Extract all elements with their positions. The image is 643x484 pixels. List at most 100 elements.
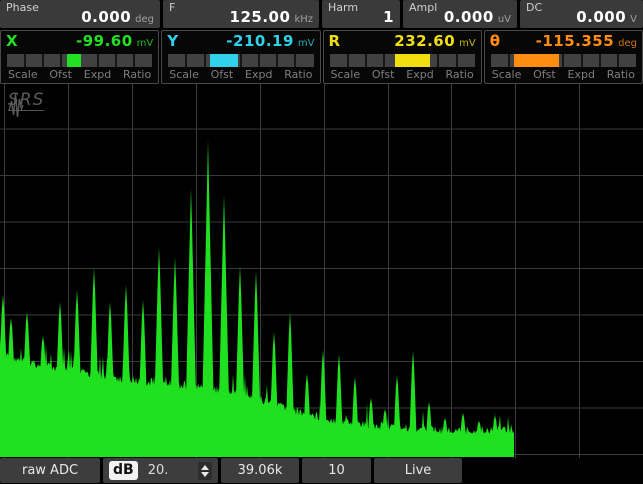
channel-y-panel: Y -210.19 mV Scale Ofst Expd Ratio bbox=[161, 30, 321, 84]
step-down-arrow-icon bbox=[201, 471, 209, 477]
channel-y-meter-bar[interactable] bbox=[168, 54, 314, 67]
meter-tick bbox=[42, 54, 45, 67]
footer-softkey-bar: raw ADC dB 20. 39.06k 10 Live bbox=[0, 458, 643, 484]
meter-tick bbox=[24, 54, 27, 67]
ratio-button[interactable]: Ratio bbox=[123, 68, 151, 81]
phase-panel[interactable]: Phase 0.000 deg bbox=[0, 0, 160, 28]
ratio-button[interactable]: Ratio bbox=[284, 68, 312, 81]
channel-r-panel: R 232.60 mV Scale Ofst Expd Ratio bbox=[322, 30, 482, 84]
channel-x-readout: X -99.60 mV bbox=[6, 32, 153, 52]
channel-r-meter-bar[interactable] bbox=[329, 54, 475, 67]
channel-x-unit: mV bbox=[136, 38, 154, 49]
meter-tick bbox=[276, 54, 279, 67]
offset-button[interactable]: Ofst bbox=[533, 68, 556, 81]
channel-x-buttons: Scale Ofst Expd Ratio bbox=[6, 67, 153, 81]
reference-parameter-bar: Phase 0.000 deg F 125.00 kHz Harm 1 Ampl… bbox=[0, 0, 643, 28]
scale-button[interactable]: Scale bbox=[331, 68, 361, 81]
meter-tick bbox=[346, 54, 349, 67]
frequency-unit: kHz bbox=[294, 14, 313, 25]
db-unit-chip: dB bbox=[109, 461, 138, 480]
meter-track bbox=[490, 54, 636, 67]
channel-x-meter-bar[interactable] bbox=[7, 54, 153, 67]
offset-button[interactable]: Ofst bbox=[372, 68, 395, 81]
dc-offset-panel[interactable]: DC 0.000 V bbox=[520, 0, 643, 28]
ratio-button[interactable]: Ratio bbox=[445, 68, 473, 81]
channel-theta-buttons: Scale Ofst Expd Ratio bbox=[490, 67, 637, 81]
meter-level-indicator bbox=[66, 54, 82, 67]
spectrum-plot-area: SRS bbox=[0, 84, 643, 458]
scale-button[interactable]: Scale bbox=[169, 68, 199, 81]
meter-tick bbox=[96, 54, 99, 67]
display-source-label: raw ADC bbox=[21, 463, 79, 478]
srs-waveform-icon bbox=[8, 93, 24, 118]
channel-x-label: X bbox=[6, 32, 18, 50]
live-button[interactable]: Live bbox=[374, 458, 462, 483]
channel-y-value: -210.19 bbox=[226, 32, 294, 50]
channel-theta-readout: θ -115.355 deg bbox=[490, 32, 637, 52]
channel-theta-panel: θ -115.355 deg Scale Ofst Expd Ratio bbox=[483, 30, 643, 84]
meter-tick bbox=[185, 54, 188, 67]
db-scale-button[interactable]: dB 20. bbox=[103, 458, 218, 483]
meter-tick bbox=[133, 54, 136, 67]
meter-tick bbox=[598, 54, 601, 67]
meter-level-indicator bbox=[513, 54, 559, 67]
lockin-display-screen: Phase 0.000 deg F 125.00 kHz Harm 1 Ampl… bbox=[0, 0, 643, 484]
expand-button[interactable]: Expd bbox=[84, 68, 111, 81]
scale-button[interactable]: Scale bbox=[8, 68, 38, 81]
span-button[interactable]: 39.06k bbox=[221, 458, 299, 483]
srs-logo: SRS bbox=[8, 92, 45, 118]
meter-tick bbox=[114, 54, 117, 67]
phase-unit: deg bbox=[135, 14, 154, 25]
channel-theta-meter-bar[interactable] bbox=[490, 54, 636, 67]
scale-button[interactable]: Scale bbox=[492, 68, 522, 81]
offset-button[interactable]: Ofst bbox=[49, 68, 72, 81]
step-up-arrow-icon bbox=[201, 464, 209, 470]
db-scale-value: 20. bbox=[147, 463, 169, 478]
dc-label: DC bbox=[526, 1, 543, 14]
frequency-panel[interactable]: F 125.00 kHz bbox=[163, 0, 319, 28]
channel-y-readout: Y -210.19 mV bbox=[167, 32, 314, 52]
channel-theta-unit: deg bbox=[618, 38, 637, 49]
expand-button[interactable]: Expd bbox=[568, 68, 595, 81]
amplitude-panel[interactable]: Ampl 0.000 uV bbox=[403, 0, 517, 28]
channel-theta-value: -115.355 bbox=[535, 32, 615, 50]
harmonic-panel[interactable]: Harm 1 bbox=[322, 0, 400, 28]
amplitude-label: Ampl bbox=[409, 1, 438, 14]
channel-r-label: R bbox=[328, 32, 341, 50]
expand-button[interactable]: Expd bbox=[245, 68, 272, 81]
channel-x-value: -99.60 bbox=[75, 32, 133, 50]
phase-label: Phase bbox=[6, 1, 39, 14]
live-label: Live bbox=[404, 463, 432, 478]
meter-tick bbox=[382, 54, 385, 67]
channel-theta-label: θ bbox=[489, 32, 501, 50]
avg-count-button[interactable]: 10 bbox=[302, 458, 371, 483]
meter-tick bbox=[580, 54, 583, 67]
meter-level-indicator bbox=[394, 54, 430, 67]
display-source-button[interactable]: raw ADC bbox=[0, 458, 100, 483]
amplitude-unit: uV bbox=[497, 14, 511, 25]
channel-readout-bar: X -99.60 mV Scale Ofst Expd Ratio Y -210… bbox=[0, 30, 643, 84]
meter-tick bbox=[455, 54, 458, 67]
meter-tick bbox=[60, 54, 63, 67]
ratio-button[interactable]: Ratio bbox=[607, 68, 635, 81]
span-value: 39.06k bbox=[237, 463, 283, 478]
meter-tick bbox=[616, 54, 619, 67]
offset-button[interactable]: Ofst bbox=[211, 68, 234, 81]
channel-y-label: Y bbox=[167, 32, 179, 50]
meter-tick bbox=[437, 54, 440, 67]
meter-tick bbox=[239, 54, 242, 67]
avg-count-value: 10 bbox=[328, 463, 345, 478]
dc-unit: V bbox=[630, 14, 637, 25]
meter-tick bbox=[507, 54, 510, 67]
channel-r-value: 232.60 bbox=[394, 32, 456, 50]
channel-y-unit: mV bbox=[297, 38, 315, 49]
channel-x-panel: X -99.60 mV Scale Ofst Expd Ratio bbox=[0, 30, 160, 84]
harmonic-label: Harm bbox=[328, 1, 359, 14]
meter-tick bbox=[562, 54, 565, 67]
meter-level-indicator bbox=[210, 54, 238, 67]
channel-r-buttons: Scale Ofst Expd Ratio bbox=[329, 67, 476, 81]
expand-button[interactable]: Expd bbox=[406, 68, 433, 81]
up-down-stepper-icon[interactable] bbox=[198, 461, 212, 480]
frequency-value: 125.00 bbox=[229, 8, 291, 26]
meter-tick bbox=[203, 54, 206, 67]
